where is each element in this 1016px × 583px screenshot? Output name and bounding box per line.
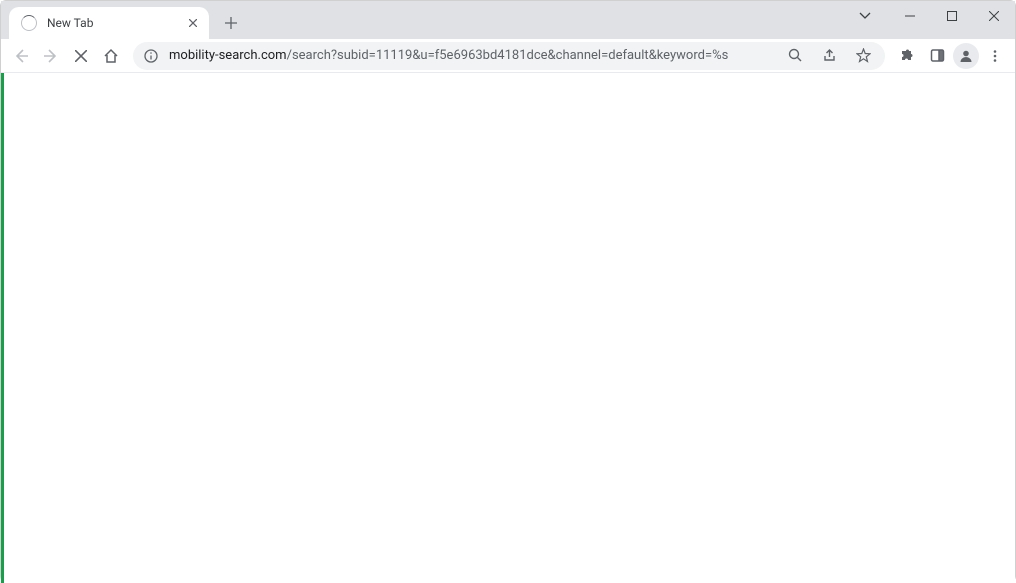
side-panel-button[interactable] bbox=[923, 42, 951, 70]
chevron-down-icon bbox=[859, 12, 871, 20]
tab-close-button[interactable] bbox=[185, 15, 201, 31]
address-bar[interactable]: mobility-search.com/search?subid=11119&u… bbox=[133, 42, 885, 70]
zoom-button[interactable] bbox=[783, 44, 807, 68]
url-text: mobility-search.com/search?subid=11119&u… bbox=[169, 48, 773, 63]
zoom-icon bbox=[788, 48, 803, 63]
titlebar: New Tab bbox=[1, 1, 1015, 39]
profile-button[interactable] bbox=[953, 43, 979, 69]
more-vertical-icon bbox=[988, 49, 1002, 63]
home-icon bbox=[103, 48, 119, 64]
browser-tab[interactable]: New Tab bbox=[9, 7, 209, 39]
window-controls bbox=[849, 1, 1015, 39]
star-icon bbox=[856, 48, 871, 63]
panel-icon bbox=[930, 48, 945, 63]
puzzle-icon bbox=[899, 48, 915, 64]
toolbar: mobility-search.com/search?subid=11119&u… bbox=[1, 39, 1015, 73]
plus-icon bbox=[225, 17, 237, 29]
person-icon bbox=[958, 48, 974, 64]
window-close-button[interactable] bbox=[973, 1, 1015, 31]
back-button[interactable] bbox=[7, 42, 35, 70]
info-icon bbox=[144, 49, 158, 63]
arrow-right-icon bbox=[43, 48, 59, 64]
loading-spinner-icon bbox=[21, 15, 37, 31]
url-path: /search?subid=11119&u=f5e6963bd4181dce&c… bbox=[287, 48, 729, 63]
search-tabs-button[interactable] bbox=[849, 1, 881, 31]
minimize-button[interactable] bbox=[889, 1, 931, 31]
share-button[interactable] bbox=[817, 44, 841, 68]
maximize-icon bbox=[947, 11, 957, 21]
page-content bbox=[1, 73, 1015, 583]
close-icon bbox=[75, 50, 87, 62]
site-info-button[interactable] bbox=[143, 48, 159, 64]
maximize-button[interactable] bbox=[931, 1, 973, 31]
arrow-left-icon bbox=[13, 48, 29, 64]
forward-button[interactable] bbox=[37, 42, 65, 70]
extensions-button[interactable] bbox=[893, 42, 921, 70]
share-icon bbox=[822, 48, 837, 63]
bookmark-button[interactable] bbox=[851, 44, 875, 68]
stop-button[interactable] bbox=[67, 42, 95, 70]
new-tab-button[interactable] bbox=[217, 9, 245, 37]
tab-title: New Tab bbox=[47, 16, 185, 30]
minimize-icon bbox=[905, 11, 915, 21]
close-icon bbox=[189, 19, 197, 27]
menu-button[interactable] bbox=[981, 42, 1009, 70]
url-domain: mobility-search.com bbox=[169, 48, 287, 63]
close-icon bbox=[989, 11, 999, 21]
home-button[interactable] bbox=[97, 42, 125, 70]
